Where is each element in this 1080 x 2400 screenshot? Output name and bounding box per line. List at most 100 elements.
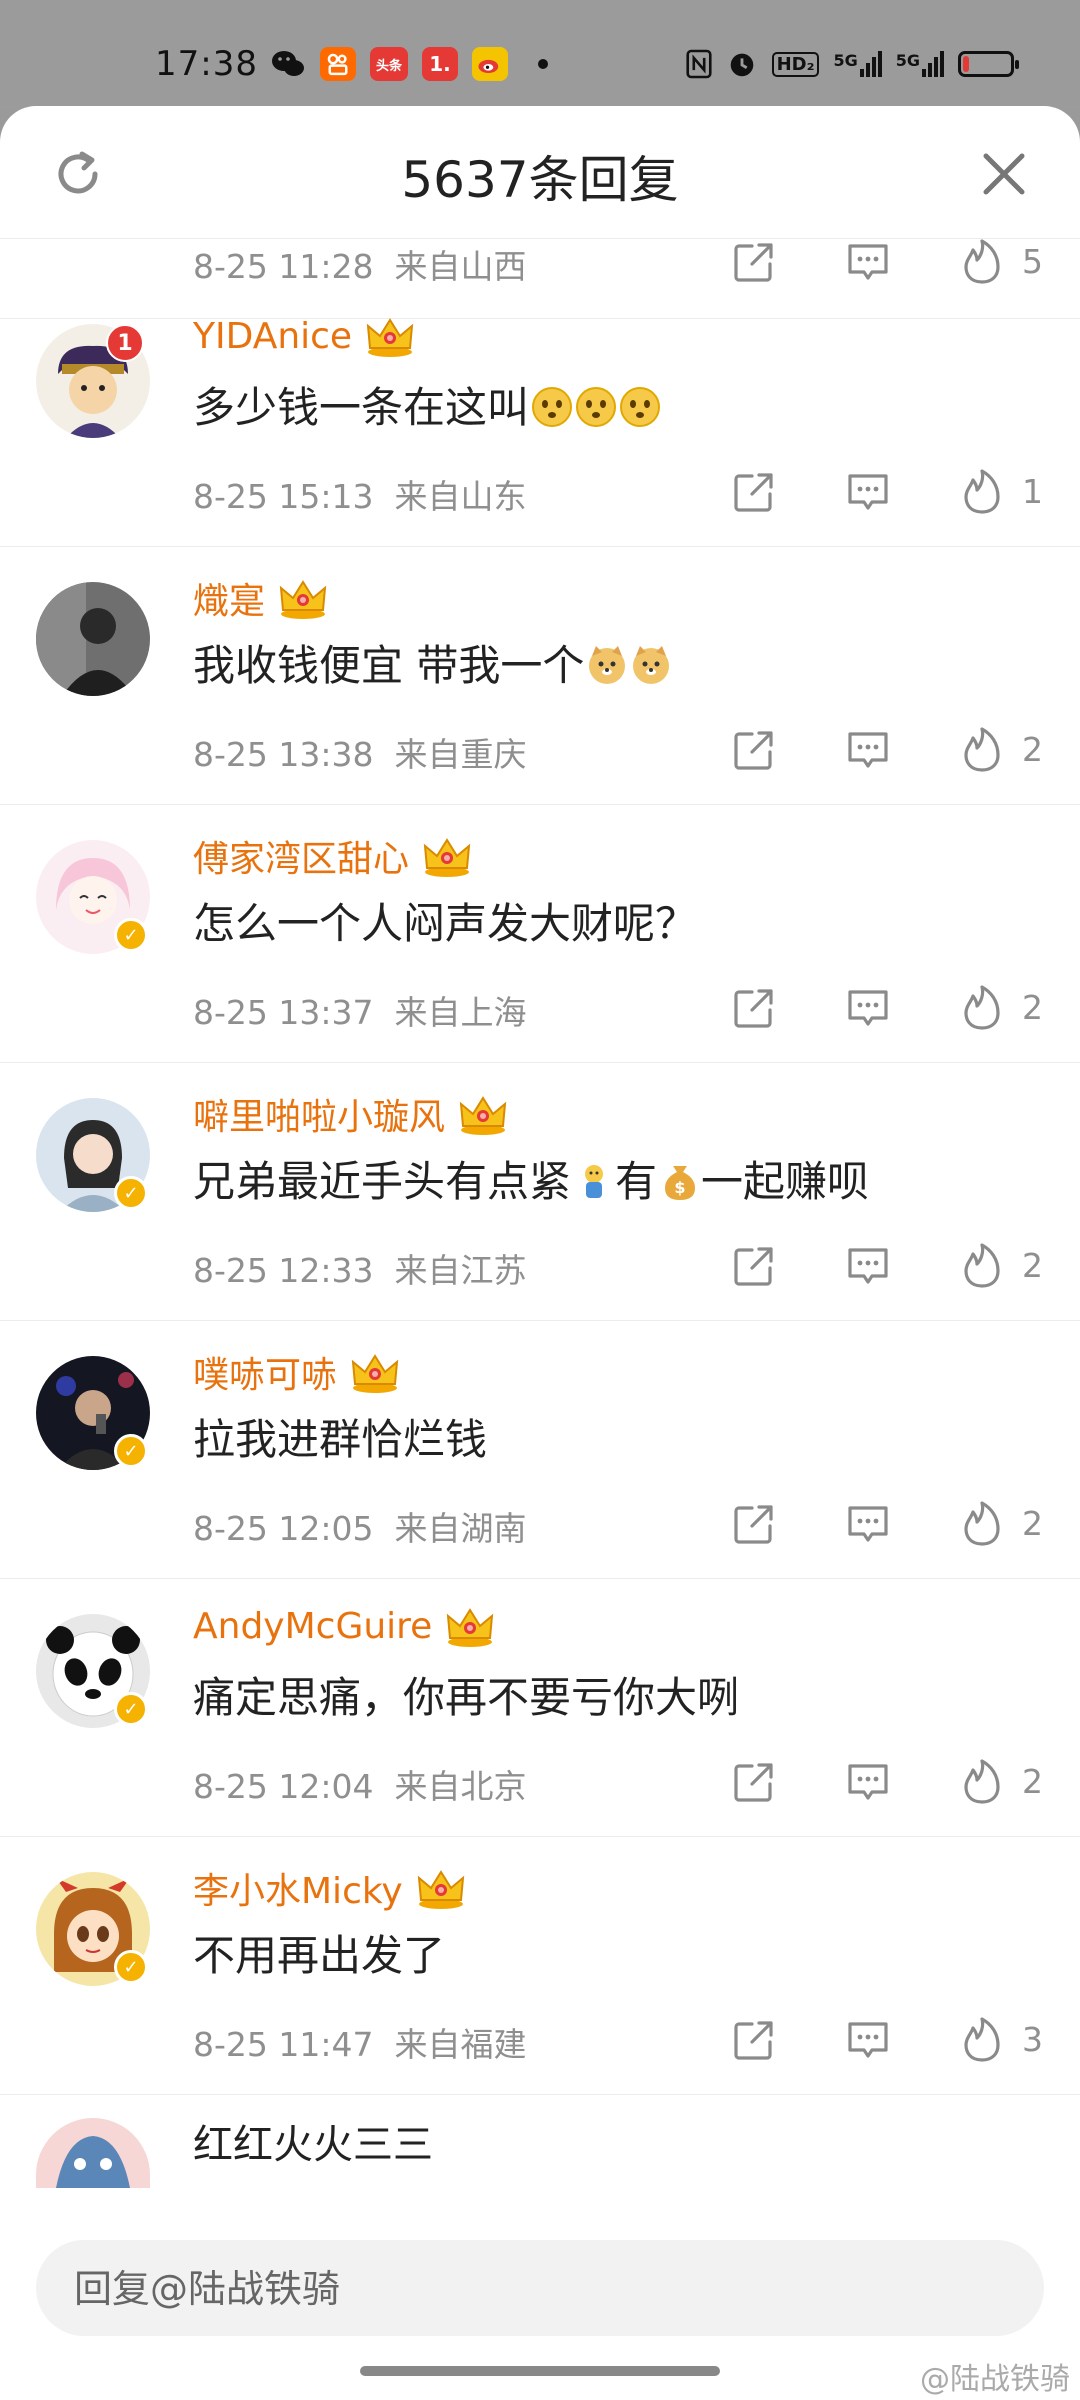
battery-icon [958, 51, 1019, 77]
like-count: 5 [1022, 242, 1043, 281]
avatar[interactable] [36, 582, 150, 696]
comment-text: 痛定思痛，你再不要亏你大咧 [193, 1673, 740, 1722]
notification-icons: 头条 1. [270, 47, 548, 81]
share-icon[interactable] [730, 2016, 778, 2064]
share-icon[interactable] [730, 1758, 778, 1806]
doge-emoji-icon [586, 644, 628, 686]
reply-icon[interactable] [844, 1242, 892, 1290]
list-item[interactable]: 1 YIDAnice 多少钱一条在这叫 8-25 15:13 来自山东 1 [0, 288, 1080, 547]
reply-icon[interactable] [844, 2016, 892, 2064]
like-count: 2 [1022, 988, 1043, 1027]
like-icon[interactable] [958, 984, 1006, 1032]
comment-meta: 8-25 13:38 来自重庆 [193, 735, 527, 774]
comment-text: 兄弟最近手头有点紧有 $ 一起赚呗 [193, 1157, 870, 1206]
crown-icon [275, 576, 331, 620]
reply-icon[interactable] [844, 468, 892, 516]
reply-icon[interactable] [844, 1500, 892, 1548]
list-item[interactable]: 熾寔我收钱便宜 带我一个 8-25 13:38 来自重庆 2 [0, 546, 1080, 805]
reply-icon[interactable] [844, 1758, 892, 1806]
kuaishou-icon [320, 47, 356, 81]
wechat-icon [270, 47, 306, 81]
crown-icon [442, 1604, 498, 1648]
crown-icon [362, 314, 418, 358]
comment-meta: 8-25 12:05 来自湖南 [193, 1509, 527, 1548]
reply-icon[interactable] [844, 984, 892, 1032]
share-icon[interactable] [730, 984, 778, 1032]
share-icon[interactable] [730, 238, 778, 286]
comment-meta: 8-25 15:13 来自山东 [193, 477, 527, 516]
comment-text: 不用再出发了 [193, 1931, 446, 1980]
home-indicator[interactable] [360, 2366, 720, 2376]
verified-badge-icon: ✓ [114, 918, 148, 952]
status-time: 17:38 [155, 44, 258, 84]
comment-meta: 8-25 13:37 来自上海 [193, 993, 527, 1032]
crown-icon [413, 1866, 469, 1910]
reply-input[interactable] [72, 2240, 976, 2338]
username[interactable]: YIDAnice [193, 314, 418, 358]
like-count: 1 [1022, 472, 1043, 511]
hd-label: HD₂ [771, 51, 820, 77]
list-item[interactable]: ✓ 噼里啪啦小璇风兄弟最近手头有点紧有 $ 一起赚呗 8-25 12:33 来自江苏 2 [0, 1062, 1080, 1321]
alarm-icon [730, 53, 753, 77]
username[interactable]: 噗哧可哧 [193, 1346, 403, 1398]
avatar[interactable] [36, 2118, 150, 2188]
comment-meta: 8-25 12:33 来自江苏 [193, 1251, 527, 1290]
toutiao-icon: 头条 [370, 47, 408, 81]
like-icon[interactable] [958, 1242, 1006, 1290]
reply-icon[interactable] [844, 238, 892, 286]
verified-badge-icon: ✓ [114, 1692, 148, 1726]
comment-text: 红红火火三三 [193, 2122, 433, 2168]
share-icon[interactable] [730, 1500, 778, 1548]
share-icon[interactable] [730, 726, 778, 774]
weibo-icon [472, 47, 508, 81]
like-count: 2 [1022, 1246, 1043, 1285]
comment-meta: 8-25 12:04 来自北京 [193, 1767, 527, 1806]
crown-icon [347, 1350, 403, 1394]
comment-text: 多少钱一条在这叫 [193, 374, 661, 435]
list-item[interactable]: ✓ 李小水Micky 不用再出发了 8-25 11:47 来自福建 3 [0, 1836, 1080, 2095]
share-icon[interactable] [730, 1242, 778, 1290]
username[interactable]: 李小水Micky [193, 1862, 469, 1914]
comment-list[interactable]: 8-25 11:28 来自山西 5 1 YIDAnice 多少钱一条在这叫 8-25 … [0, 238, 1080, 2188]
money-bag-emoji-icon: $ [659, 1160, 701, 1202]
like-count: 2 [1022, 730, 1043, 769]
like-icon[interactable] [958, 726, 1006, 774]
crown-icon [455, 1092, 511, 1136]
username[interactable]: 噼里啪啦小璇风 [193, 1088, 511, 1140]
confused-emoji-icon [575, 386, 617, 428]
comment-text: 我收钱便宜 带我一个 [193, 632, 672, 693]
username[interactable]: 傅家湾区甜心 [193, 830, 475, 882]
svg-text:$: $ [674, 1178, 685, 1197]
like-icon[interactable] [958, 1500, 1006, 1548]
like-count: 2 [1022, 1762, 1043, 1801]
crown-icon [419, 834, 475, 878]
replies-sheet: 5637条回复 8-25 11:28 来自山西 5 1 YIDAnice 多少钱一条… [0, 106, 1080, 2400]
page-title: 5637条回复 [401, 151, 679, 209]
verified-badge-icon: ✓ [114, 1434, 148, 1468]
username[interactable]: AndyMcGuire [193, 1604, 498, 1648]
list-item[interactable]: ✓ AndyMcGuire 痛定思痛，你再不要亏你大咧 8-25 12:04 来自北京… [0, 1578, 1080, 1837]
confused-emoji-icon [619, 386, 661, 428]
like-count: 3 [1022, 2020, 1043, 2059]
reply-icon[interactable] [844, 726, 892, 774]
sheet-header: 5637条回复 [0, 106, 1080, 239]
comment-meta: 8-25 11:28 来自山西 [193, 247, 527, 286]
list-item[interactable]: ✓ 傅家湾区甜心 怎么一个人闷声发大财呢？ 8-25 13:37 来自上海 2 [0, 804, 1080, 1063]
share-icon[interactable] [730, 468, 778, 516]
username[interactable]: 熾寔 [193, 572, 331, 624]
like-icon[interactable] [958, 2016, 1006, 2064]
verified-badge-icon: ✓ [114, 1176, 148, 1210]
list-item[interactable]: ✓ 噗哧可哧 拉我进群恰烂钱 8-25 12:05 来自湖南 2 [0, 1320, 1080, 1579]
watermark: @陆战铁骑 [920, 2362, 1070, 2397]
system-icons: HD₂ 5G 5G [686, 48, 1019, 80]
status-bar: 17:38 头条 1. HD₂ 5G 5G [0, 0, 1080, 110]
nfc-icon [686, 49, 712, 79]
like-icon[interactable] [958, 1758, 1006, 1806]
comment-meta: 8-25 11:47 来自福建 [193, 2025, 527, 2064]
reply-input-bar[interactable] [36, 2240, 1044, 2338]
like-icon[interactable] [958, 468, 1006, 516]
close-icon[interactable] [978, 148, 1030, 200]
sweat-emoji-icon [573, 1160, 615, 1202]
comment-text: 拉我进群恰烂钱 [193, 1415, 488, 1464]
like-icon[interactable] [958, 238, 1006, 286]
